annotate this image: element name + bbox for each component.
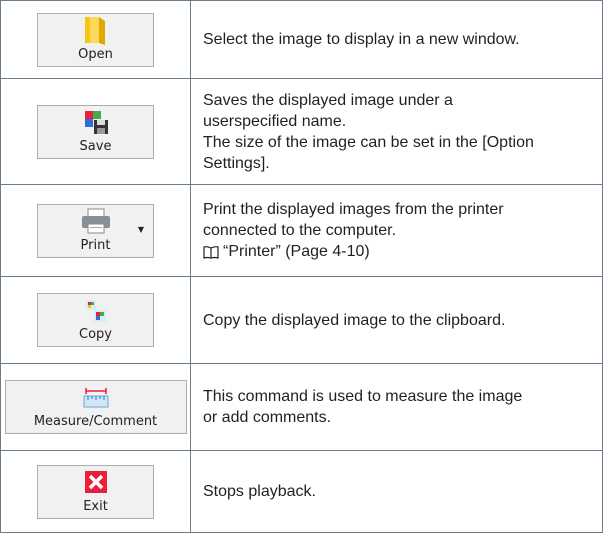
command-table: Open Select the image to display in a ne… bbox=[0, 0, 603, 533]
description-line: Settings]. bbox=[203, 154, 270, 172]
exit-button[interactable]: Exit bbox=[37, 464, 154, 519]
table-row: Save Saves the displayed image under a u… bbox=[0, 79, 603, 185]
description-line: Saves the displayed image under a bbox=[203, 91, 453, 109]
description-line: Select the image to display in a new win… bbox=[203, 31, 520, 48]
copy-button-label: Copy bbox=[79, 327, 112, 342]
icon-cell: Measure/Comment bbox=[0, 364, 191, 450]
printer-icon bbox=[81, 208, 110, 234]
print-button-label: Print bbox=[80, 237, 111, 253]
table-row: Exit Stops playback. bbox=[0, 451, 603, 533]
table-row: Open Select the image to display in a ne… bbox=[0, 1, 603, 79]
description-line: Copy the displayed image to the clipboar… bbox=[203, 311, 506, 329]
measure-comment-button-label: Measure/Comment bbox=[33, 414, 158, 429]
measure-comment-button[interactable]: Measure/Comment bbox=[4, 380, 187, 434]
save-icon bbox=[84, 111, 108, 134]
page-reference[interactable]: “Printer” (Page 4-10) bbox=[203, 241, 594, 262]
icon-cell: ▼ Print bbox=[0, 185, 191, 276]
description-line: connected to the computer. bbox=[203, 222, 397, 239]
table-row: ▼ Print Print the displayed images from … bbox=[0, 185, 603, 277]
folder-icon bbox=[84, 17, 105, 45]
description-line: or add comments. bbox=[203, 409, 332, 426]
open-button-label: Open bbox=[78, 46, 113, 62]
page-reference-text: “Printer” (Page 4-10) bbox=[223, 243, 370, 260]
copy-button[interactable]: Copy bbox=[37, 293, 154, 347]
icon-cell: Exit bbox=[0, 451, 191, 532]
description-cell: Saves the displayed image under a usersp… bbox=[191, 79, 603, 184]
description-cell: Copy the displayed image to the clipboar… bbox=[191, 277, 603, 363]
save-button-label: Save bbox=[79, 138, 112, 154]
icon-cell: Save bbox=[0, 79, 191, 184]
description-line: The size of the image can be set in the … bbox=[203, 133, 534, 151]
open-button[interactable]: Open bbox=[37, 12, 154, 67]
description-cell: Print the displayed images from the prin… bbox=[191, 185, 603, 276]
description-line: Stops playback. bbox=[203, 483, 316, 500]
chevron-down-icon[interactable]: ▼ bbox=[138, 225, 144, 234]
description-line: userspecified name. bbox=[203, 112, 347, 130]
print-button[interactable]: ▼ Print bbox=[37, 203, 154, 258]
table-row: Copy Copy the displayed image to the cli… bbox=[0, 277, 603, 364]
copy-icon bbox=[85, 299, 106, 322]
description-line: This command is used to measure the imag… bbox=[203, 388, 523, 405]
table-row: Measure/Comment This command is used to … bbox=[0, 364, 603, 451]
save-button[interactable]: Save bbox=[37, 104, 154, 159]
description-cell: Select the image to display in a new win… bbox=[191, 1, 603, 78]
icon-cell: Open bbox=[0, 1, 191, 78]
description-cell: This command is used to measure the imag… bbox=[191, 364, 603, 450]
description-line: Print the displayed images from the prin… bbox=[203, 201, 504, 218]
icon-cell: Copy bbox=[0, 277, 191, 363]
exit-icon bbox=[84, 471, 107, 493]
ruler-icon bbox=[83, 387, 108, 407]
exit-button-label: Exit bbox=[83, 498, 108, 514]
book-icon bbox=[203, 245, 219, 259]
description-cell: Stops playback. bbox=[191, 451, 603, 532]
